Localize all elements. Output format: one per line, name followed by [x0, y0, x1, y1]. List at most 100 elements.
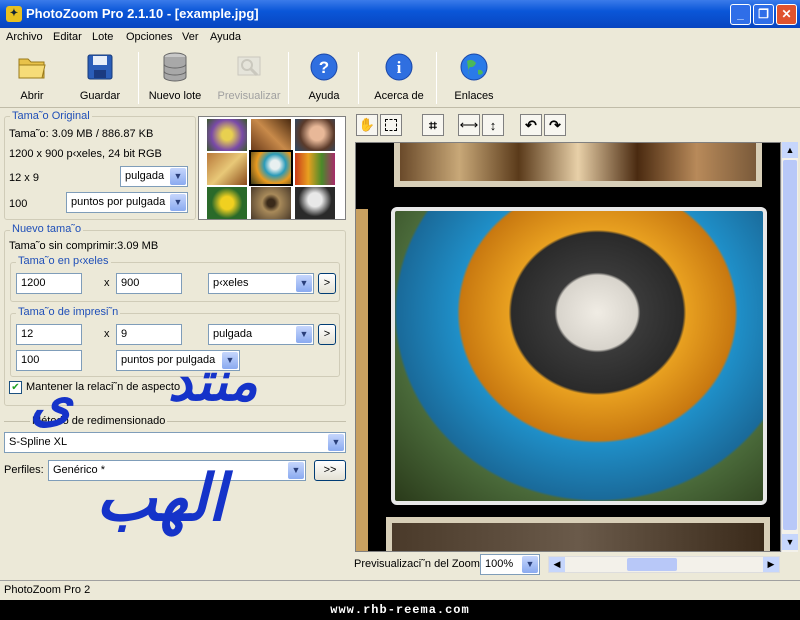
crop-button[interactable]: ⌗	[422, 114, 444, 136]
menu-ver[interactable]: Ver	[182, 31, 199, 43]
scroll-thumb[interactable]	[627, 558, 677, 571]
scroll-thumb[interactable]	[783, 160, 797, 530]
toolbar-separator	[288, 52, 289, 104]
preview-bottom-photo	[386, 517, 770, 551]
original-filesize: Tama˜o: 3.09 MB / 886.87 KB	[9, 128, 154, 140]
save-button[interactable]: Guardar	[74, 52, 126, 102]
rotate-right-icon: ↷	[549, 116, 561, 133]
print-more-button[interactable]: >	[318, 324, 336, 345]
fit-height-button[interactable]: ↕	[482, 114, 504, 136]
original-res-unit-select[interactable]: puntos por pulgada ▼	[66, 192, 188, 213]
preview-canvas[interactable]	[355, 142, 781, 552]
crop-icon: ⌗	[429, 116, 437, 133]
print-height-input[interactable]: 9	[116, 324, 182, 345]
watermark-word: منتد	[168, 350, 258, 413]
vertical-arrows-icon: ↕	[489, 117, 497, 133]
image-thumbnails[interactable]	[198, 116, 346, 220]
pixel-height-input[interactable]: 900	[116, 273, 182, 294]
menu-lote[interactable]: Lote	[92, 31, 113, 43]
fit-width-button[interactable]: ⟷	[458, 114, 480, 136]
hand-tool-button[interactable]: ✋	[356, 114, 378, 136]
menu-archivo[interactable]: Archivo	[6, 31, 43, 43]
thumbnail[interactable]	[295, 187, 335, 219]
thumbnail-selected[interactable]	[249, 150, 293, 186]
original-unit-select[interactable]: pulgada ▼	[120, 166, 188, 187]
print-width-input[interactable]: 12	[16, 324, 82, 345]
scroll-down-icon[interactable]: ▼	[782, 534, 798, 550]
thumbnail[interactable]	[295, 119, 335, 151]
scroll-right-icon[interactable]: ▶	[763, 557, 779, 572]
preview-button[interactable]: Previsualizar	[216, 52, 282, 102]
print-unit-select[interactable]: pulgada ▼	[208, 324, 314, 345]
status-text: PhotoZoom Pro 2	[4, 584, 91, 596]
print-size-label: Tama˜o de impresi˜n	[16, 306, 121, 318]
pixel-width-input[interactable]: 1200	[16, 273, 82, 294]
thumbnail[interactable]	[207, 153, 247, 185]
window-title: PhotoZoom Pro 2.1.10 - [example.jpg]	[26, 6, 259, 21]
uncompressed-size: Tama˜o sin comprimir:3.09 MB	[9, 240, 159, 252]
thumbnail[interactable]	[251, 119, 291, 151]
rotate-left-button[interactable]: ↶	[520, 114, 542, 136]
thumbnail[interactable]	[295, 153, 335, 185]
title-bar: ✦ PhotoZoom Pro 2.1.10 - [example.jpg] _…	[0, 0, 800, 28]
chevron-down-icon: ▼	[170, 168, 186, 185]
hand-icon: ✋	[358, 117, 376, 132]
menu-editar[interactable]: Editar	[53, 31, 82, 43]
toolbar-separator	[138, 52, 139, 104]
help-button[interactable]: ? Ayuda	[298, 52, 350, 102]
toolbar: Abrir Guardar Nuevo lote Previsualizar ?…	[0, 48, 800, 108]
zoom-bar: Previsualizaci˜n del Zoom: 100% ▼ ◀ ▶	[352, 552, 800, 578]
original-resolution: 100	[9, 198, 28, 210]
scroll-left-icon[interactable]: ◀	[549, 557, 565, 572]
about-button[interactable]: i Acerca de	[370, 52, 428, 102]
preview-top-photo	[394, 143, 762, 187]
zoom-value: 100%	[485, 558, 514, 570]
resolution-input[interactable]: 100	[16, 350, 82, 371]
thumbnail[interactable]	[207, 187, 247, 219]
folder-icon	[17, 52, 47, 82]
links-button[interactable]: Enlaces	[448, 52, 500, 102]
pixel-unit-value: p‹xeles	[213, 277, 249, 289]
preview-vertical-scrollbar[interactable]: ▲ ▼	[781, 142, 798, 552]
minimize-button[interactable]: _	[730, 4, 751, 25]
status-bar: PhotoZoom Pro 2	[0, 580, 800, 600]
thumbnail[interactable]	[251, 187, 291, 219]
original-size-label: Tama˜o Original	[10, 110, 92, 122]
about-label: Acerca de	[374, 90, 424, 102]
times-sign: x	[104, 328, 110, 340]
original-print-size: 12 x 9	[9, 172, 39, 184]
toolbar-separator	[436, 52, 437, 104]
method-select[interactable]: S-Spline XL ▼	[4, 432, 346, 453]
preview-left-strip	[356, 209, 368, 551]
parrot-preview-image	[391, 207, 767, 505]
menu-opciones[interactable]: Opciones	[126, 31, 172, 43]
open-button[interactable]: Abrir	[6, 52, 58, 102]
zoom-select[interactable]: 100% ▼	[480, 554, 540, 575]
pixel-unit-select[interactable]: p‹xeles ▼	[208, 273, 314, 294]
thumbnail[interactable]	[207, 119, 247, 151]
site-url-banner: www.rhb-reema.com	[0, 600, 800, 620]
help-label: Ayuda	[308, 90, 340, 102]
new-batch-label: Nuevo lote	[148, 90, 202, 102]
preview-horizontal-scrollbar[interactable]: ◀ ▶	[548, 556, 780, 573]
toolbar-separator	[358, 52, 359, 104]
rotate-left-icon: ↶	[525, 116, 537, 133]
rotate-right-button[interactable]: ↷	[544, 114, 566, 136]
watermark-word: ى	[30, 370, 73, 433]
new-batch-button[interactable]: Nuevo lote	[144, 52, 206, 102]
new-size-label: Nuevo tama˜o	[10, 223, 84, 235]
svg-text:i: i	[397, 58, 402, 77]
pixel-more-button[interactable]: >	[318, 273, 336, 294]
maximize-button[interactable]: ❐	[753, 4, 774, 25]
horizontal-arrows-icon: ⟷	[459, 117, 479, 132]
floppy-icon	[85, 52, 115, 82]
chevron-down-icon: ▼	[296, 275, 312, 292]
scroll-up-icon[interactable]: ▲	[782, 142, 798, 158]
menu-ayuda[interactable]: Ayuda	[210, 31, 241, 43]
select-tool-button[interactable]	[380, 114, 402, 136]
profiles-more-button[interactable]: >>	[314, 460, 346, 481]
globe-icon	[459, 52, 489, 82]
keep-aspect-checkbox[interactable]: ✔	[9, 381, 22, 394]
preview-label: Previsualizar	[217, 90, 281, 102]
close-button[interactable]: ✕	[776, 4, 797, 25]
